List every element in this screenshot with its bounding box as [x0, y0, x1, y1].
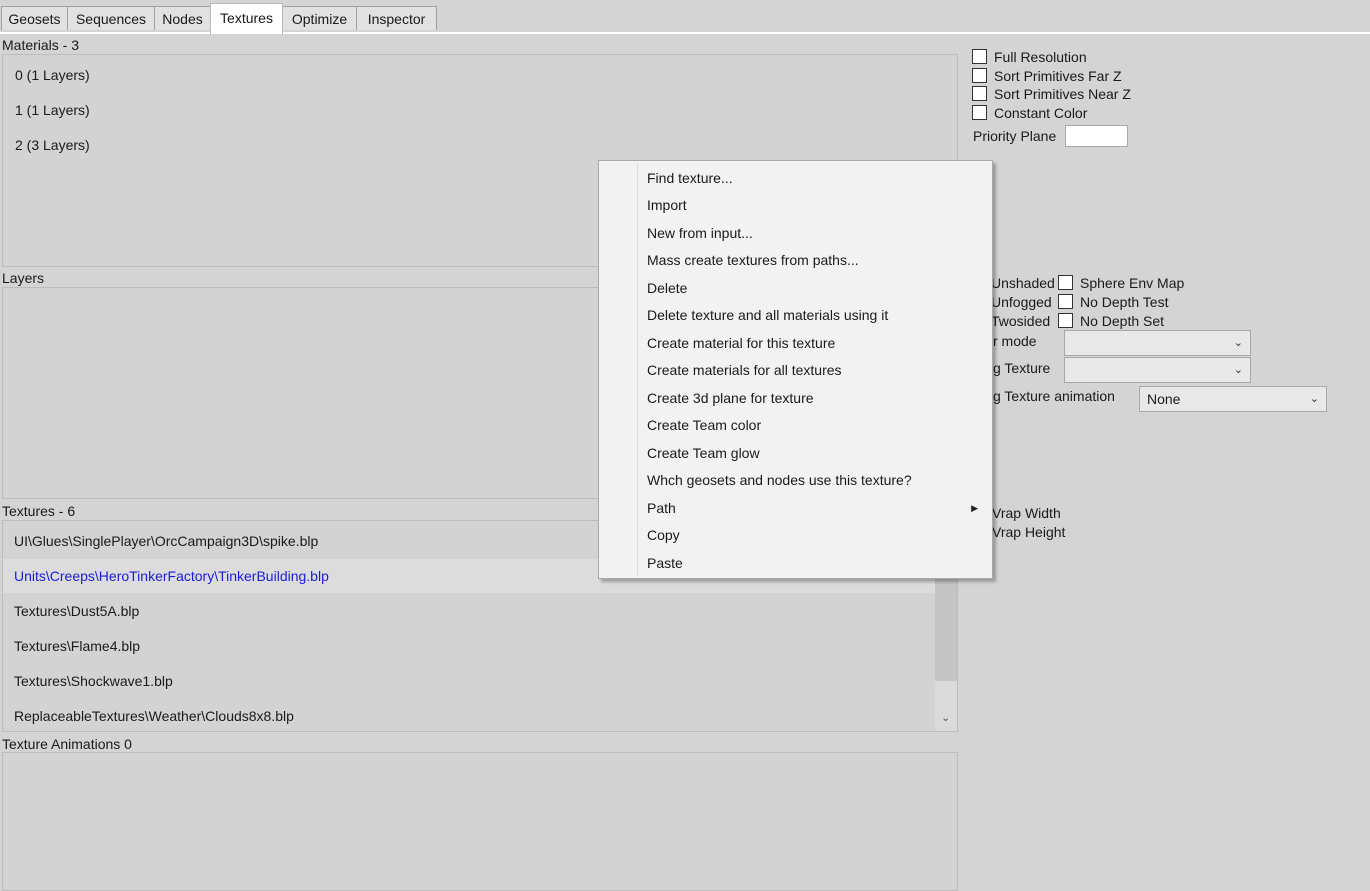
triangle-right-icon: ▶: [971, 503, 978, 513]
texture-row[interactable]: Textures\Dust5A.blp: [3, 594, 935, 628]
menu-item-delete-with-materials[interactable]: Delete texture and all materials using i…: [601, 302, 990, 329]
material-item[interactable]: 0 (1 Layers): [15, 67, 90, 83]
texture-animations-list[interactable]: [2, 752, 958, 891]
menu-item-create-materials-all[interactable]: Create materials for all textures: [601, 357, 990, 384]
tab-sequences[interactable]: Sequences: [67, 6, 155, 30]
wrap-width-label: Vrap Width: [992, 505, 1061, 521]
checkbox-label: Sphere Env Map: [1080, 275, 1185, 291]
twosided-label: Twosided: [991, 313, 1051, 329]
tab-textures[interactable]: Textures: [210, 3, 283, 34]
tab-bar: Geosets Sequences Nodes Textures Optimiz…: [0, 0, 1370, 34]
priority-plane-label: Priority Plane: [973, 128, 1057, 144]
wrap-height-label: Vrap Height: [992, 524, 1066, 540]
texture-row[interactable]: Textures\Shockwave1.blp: [3, 664, 935, 698]
menu-item-copy[interactable]: Copy: [601, 522, 990, 549]
sort-far-z-checkbox[interactable]: Sort Primitives Far Z: [972, 67, 1122, 85]
tab-nodes[interactable]: Nodes: [154, 6, 211, 30]
tab-inspector[interactable]: Inspector: [356, 6, 437, 30]
constant-color-checkbox[interactable]: Constant Color: [972, 104, 1087, 122]
full-resolution-checkbox[interactable]: Full Resolution: [972, 48, 1087, 66]
tab-geosets[interactable]: Geosets: [1, 6, 68, 30]
checkbox-label: No Depth Test: [1080, 294, 1169, 310]
chevron-down-icon[interactable]: ⌄: [941, 711, 950, 724]
textures-header: Textures - 6: [2, 503, 76, 519]
materials-header: Materials - 3: [2, 37, 80, 53]
tab-underline: [0, 32, 1370, 34]
menu-item-find-texture[interactable]: Find texture...: [601, 165, 990, 192]
menu-item-new-from-input[interactable]: New from input...: [601, 220, 990, 247]
filter-mode-label: r mode: [993, 333, 1037, 349]
chevron-down-icon: ⌄: [1233, 337, 1243, 349]
texture-row[interactable]: Textures\Flame4.blp: [3, 629, 935, 663]
texture-label: g Texture: [993, 360, 1051, 376]
chevron-down-icon: ⌄: [1233, 364, 1243, 376]
checkbox-label: Constant Color: [994, 105, 1088, 121]
menu-item-mass-create[interactable]: Mass create textures from paths...: [601, 247, 990, 274]
menu-item-create-team-glow[interactable]: Create Team glow: [601, 440, 990, 467]
menu-item-delete[interactable]: Delete: [601, 275, 990, 302]
menu-item-label: Path: [647, 500, 676, 516]
tab-optimize[interactable]: Optimize: [282, 6, 357, 30]
no-depth-set-checkbox[interactable]: No Depth Set: [1058, 312, 1164, 330]
texture-row[interactable]: ReplaceableTextures\Weather\Clouds8x8.bl…: [3, 699, 935, 731]
material-item[interactable]: 2 (3 Layers): [15, 137, 90, 153]
menu-item-create-team-color[interactable]: Create Team color: [601, 412, 990, 439]
texture-animation-select[interactable]: None ⌄: [1139, 386, 1327, 412]
menu-item-usage[interactable]: Whch geosets and nodes use this texture?: [601, 467, 990, 494]
checkbox-label: Sort Primitives Near Z: [994, 86, 1131, 102]
texture-context-menu: Find texture... Import New from input...…: [598, 160, 993, 579]
menu-item-path[interactable]: Path ▶: [601, 495, 990, 522]
no-depth-test-checkbox[interactable]: No Depth Test: [1058, 293, 1168, 311]
checkbox-label: No Depth Set: [1080, 313, 1165, 329]
unshaded-label: Unshaded: [991, 275, 1055, 291]
texture-animation-label: g Texture animation: [993, 388, 1115, 404]
filter-mode-select[interactable]: ⌄: [1064, 330, 1251, 356]
menu-item-paste[interactable]: Paste: [601, 550, 990, 577]
priority-plane-input[interactable]: [1065, 125, 1128, 147]
checkbox-label: Sort Primitives Far Z: [994, 68, 1122, 84]
menu-item-create-3d-plane[interactable]: Create 3d plane for texture: [601, 385, 990, 412]
checkbox-label: Full Resolution: [994, 49, 1087, 65]
material-item[interactable]: 1 (1 Layers): [15, 102, 90, 118]
menu-item-create-material[interactable]: Create material for this texture: [601, 330, 990, 357]
layers-header: Layers: [2, 270, 45, 286]
menu-item-import[interactable]: Import: [601, 192, 990, 219]
texture-select[interactable]: ⌄: [1064, 357, 1251, 383]
sphere-env-map-checkbox[interactable]: Sphere Env Map: [1058, 274, 1184, 292]
select-value: None: [1147, 391, 1181, 407]
chevron-down-icon: ⌄: [1309, 393, 1319, 405]
sort-near-z-checkbox[interactable]: Sort Primitives Near Z: [972, 85, 1131, 103]
texture-animations-header: Texture Animations 0: [2, 736, 132, 752]
unfogged-label: Unfogged: [991, 294, 1052, 310]
